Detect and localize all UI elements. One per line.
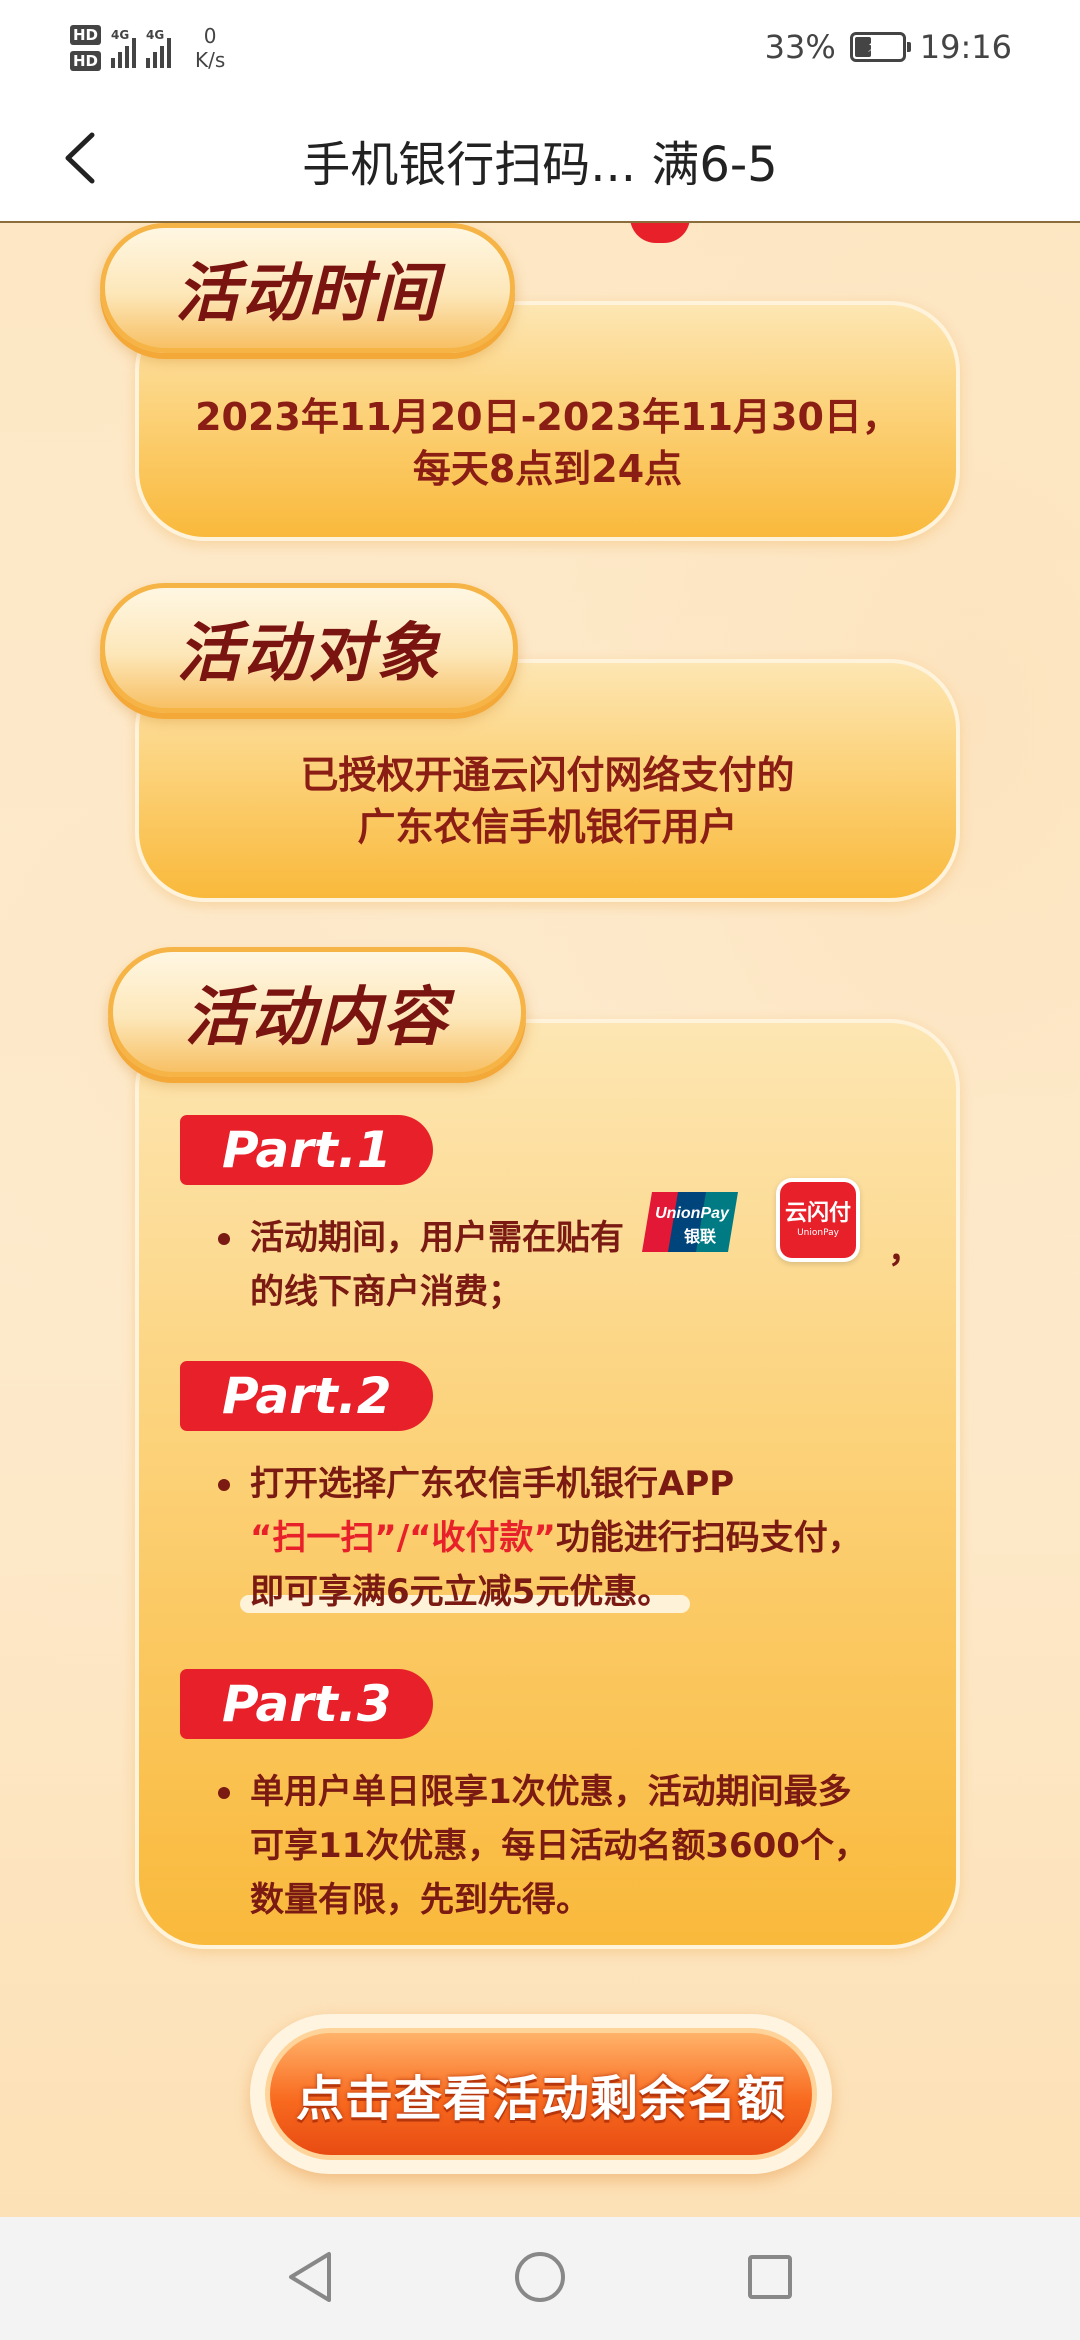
part-3-line-3: 数量有限，先到先得。: [250, 1880, 590, 1920]
speed-value: 0: [203, 24, 217, 48]
signal-icon-1: 4G: [111, 28, 137, 68]
status-bar: HD HD 4G 4G 0 K/s 33% ⚡ 19:16: [0, 0, 1080, 95]
page-title: 手机银行扫码... 满6-5: [302, 137, 778, 193]
ysf-en: UnionPay: [797, 1228, 839, 1238]
part-2-line-2: “扫一扫”/“收付款”功能进行扫码支付，: [250, 1511, 862, 1565]
nav-back-button[interactable]: [280, 2247, 340, 2307]
bullet-dot: [218, 1233, 230, 1245]
status-left: HD HD 4G 4G 0 K/s: [70, 18, 225, 78]
bullet-dot: [218, 1479, 230, 1491]
part-2-line-3: 即可享满6元立减5元优惠。: [250, 1572, 672, 1612]
part-2-line-1: 打开选择广东农信手机银行APP: [250, 1464, 735, 1504]
circle-home-icon: [515, 2252, 565, 2302]
time-line-2: 每天8点到24点: [412, 447, 683, 491]
nav-recent-button[interactable]: [740, 2247, 800, 2307]
bullet-dot: [218, 1787, 230, 1799]
unionpay-en: UnionPay: [655, 1205, 730, 1222]
time-line-1: 2023年11月20日-2023年11月30日，: [195, 395, 900, 439]
battery-percent: 33%: [764, 28, 836, 66]
part-1-tag: Part.1: [180, 1115, 433, 1185]
part-1-line-2: 的线下商户消费；: [250, 1272, 522, 1312]
part-3-line-1: 单用户单日限享1次优惠，活动期间最多: [250, 1772, 852, 1812]
part-2-tag: Part.2: [180, 1361, 433, 1431]
signal-icon-2: 4G: [146, 28, 172, 68]
cta-inner[interactable]: 点击查看活动剩余名额: [265, 2028, 817, 2160]
hd-indicators: HD HD: [70, 25, 102, 71]
hd-badge-2: HD: [70, 51, 102, 71]
speed-unit: K/s: [195, 48, 226, 72]
unionpay-logo: UnionPay 银联: [642, 1188, 742, 1256]
battery-icon: ⚡: [849, 32, 911, 62]
target-section-title: 活动对象: [100, 583, 518, 713]
part-1-line-1: 活动期间，用户需在贴有: [250, 1218, 624, 1258]
cta-label: 点击查看活动剩余名额: [295, 2071, 786, 2127]
time-section-label: 活动时间: [175, 257, 440, 331]
part-2-line-2-rest: 功能进行扫码支付，: [555, 1518, 862, 1558]
unionpay-cn: 银联: [684, 1227, 716, 1246]
network-type-1: 4G: [111, 28, 130, 42]
clock: 19:16: [919, 28, 1012, 66]
ysf-cn: 云闪付: [784, 1201, 851, 1226]
hd-badge-1: HD: [70, 25, 102, 45]
content-section-label: 活动内容: [185, 981, 449, 1055]
nav-home-button[interactable]: [510, 2247, 570, 2307]
system-nav-bar: [0, 2217, 1080, 2340]
part-3-line-2: 可享11次优惠，每日活动名额3600个，: [250, 1826, 868, 1866]
triangle-back-icon: [289, 2252, 331, 2302]
scan-pay-highlight: “扫一扫”/“收付款”: [250, 1518, 556, 1558]
square-recent-icon: [748, 2255, 792, 2299]
target-line-1: 已授权开通云闪付网络支付的: [300, 753, 795, 797]
status-right: 33% ⚡ 19:16: [765, 22, 1012, 72]
target-section-label: 活动对象: [177, 617, 441, 691]
network-speed: 0 K/s: [195, 24, 225, 72]
part-1-comma: ，: [888, 1231, 922, 1271]
part-3-tag: Part.3: [180, 1669, 433, 1739]
check-remaining-quota-button[interactable]: 点击查看活动剩余名额: [250, 2014, 832, 2174]
activity-page: 2023年11月20日-2023年11月30日， 每天8点到24点 活动时间 已…: [0, 223, 1080, 2217]
target-line-2: 广东农信手机银行用户: [357, 805, 738, 849]
network-type-2: 4G: [146, 28, 165, 42]
time-section-title: 活动时间: [100, 223, 515, 353]
app-header: 手机银行扫码... 满6-5: [0, 95, 1080, 223]
yunshanfu-logo: 云闪付 UnionPay: [776, 1178, 860, 1262]
content-section-title: 活动内容: [108, 947, 526, 1077]
decorative-red-tip: [630, 223, 690, 243]
